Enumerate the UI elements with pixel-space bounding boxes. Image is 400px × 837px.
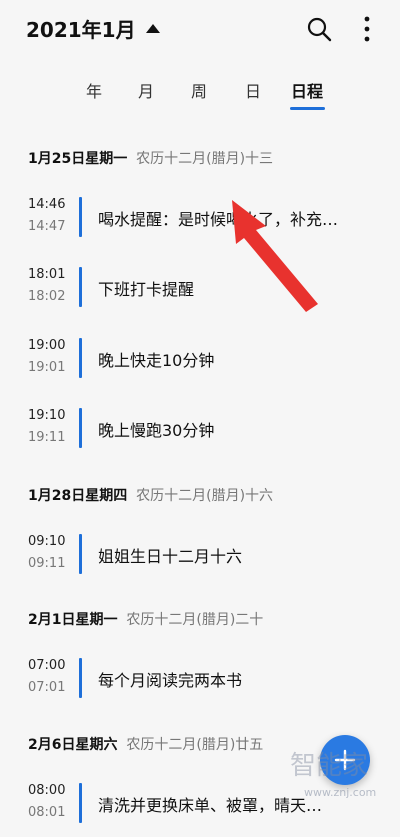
event-end-time: 19:11	[28, 430, 66, 445]
event-start-time: 19:10	[28, 408, 66, 423]
date-header: 1月25日星期一 农历十二月(腊月)十三	[28, 148, 273, 168]
event-start-time: 08:00	[28, 783, 66, 798]
event-color-bar	[79, 658, 82, 698]
event-item[interactable]: 07:00 07:01 每个月阅读完两本书	[0, 656, 400, 712]
date-header: 1月28日星期四 农历十二月(腊月)十六	[28, 485, 273, 505]
event-item[interactable]: 18:01 18:02 下班打卡提醒	[0, 265, 400, 321]
plus-icon	[334, 749, 356, 771]
event-title: 喝水提醒：是时候喝水了，补充…	[98, 210, 339, 229]
tab-month[interactable]: 月	[138, 78, 154, 102]
event-title: 每个月阅读完两本书	[98, 671, 243, 690]
caret-up-icon	[145, 24, 160, 33]
event-title: 晚上快走10分钟	[98, 351, 215, 370]
event-item[interactable]: 19:00 19:01 晚上快走10分钟	[0, 336, 400, 392]
event-color-bar	[79, 534, 82, 574]
date-header: 2月6日星期六 农历十二月(腊月)廿五	[28, 734, 263, 754]
event-end-time: 18:02	[28, 289, 66, 304]
event-title: 姐姐生日十二月十六	[98, 547, 243, 566]
event-title: 清洗并更换床单、被罩，晴天…	[98, 796, 323, 815]
more-vertical-icon[interactable]	[357, 14, 377, 44]
tab-schedule[interactable]: 日程	[291, 78, 323, 102]
event-item[interactable]: 19:10 19:11 晚上慢跑30分钟	[0, 406, 400, 462]
date-header: 2月1日星期一 农历十二月(腊月)二十	[28, 609, 263, 629]
event-start-time: 14:46	[28, 197, 66, 212]
view-tabs: 年 月 周 日 日程	[0, 78, 400, 112]
lunar-date: 农历十二月(腊月)十三	[136, 151, 274, 167]
event-color-bar	[79, 197, 82, 237]
event-color-bar	[79, 783, 82, 823]
lunar-date: 农历十二月(腊月)二十	[126, 612, 264, 628]
lunar-date: 农历十二月(腊月)廿五	[126, 737, 264, 753]
month-title-label: 2021年1月	[26, 18, 136, 42]
date-label: 2月1日星期一	[28, 612, 118, 628]
active-tab-indicator	[290, 107, 325, 110]
event-title: 下班打卡提醒	[98, 280, 195, 299]
event-color-bar	[79, 408, 82, 448]
date-label: 1月25日星期一	[28, 151, 128, 167]
tab-year[interactable]: 年	[86, 78, 102, 102]
month-selector[interactable]: 2021年1月	[26, 14, 160, 43]
event-end-time: 07:01	[28, 680, 66, 695]
event-start-time: 09:10	[28, 534, 66, 549]
event-item[interactable]: 09:10 09:11 姐姐生日十二月十六	[0, 532, 400, 588]
event-item[interactable]: 08:00 08:01 清洗并更换床单、被罩，晴天…	[0, 781, 400, 837]
event-start-time: 07:00	[28, 658, 66, 673]
date-label: 1月28日星期四	[28, 488, 128, 504]
lunar-date: 农历十二月(腊月)十六	[136, 488, 274, 504]
date-label: 2月6日星期六	[28, 737, 118, 753]
event-color-bar	[79, 267, 82, 307]
event-color-bar	[79, 338, 82, 378]
tab-day[interactable]: 日	[245, 78, 261, 102]
event-item[interactable]: 14:46 14:47 喝水提醒：是时候喝水了，补充…	[0, 195, 400, 251]
search-icon[interactable]	[306, 16, 332, 42]
event-end-time: 14:47	[28, 219, 66, 234]
event-end-time: 19:01	[28, 360, 66, 375]
tab-week[interactable]: 周	[191, 78, 207, 102]
app-header: 2021年1月	[0, 0, 400, 60]
event-title: 晚上慢跑30分钟	[98, 421, 215, 440]
event-start-time: 19:00	[28, 338, 66, 353]
add-event-button[interactable]	[320, 735, 370, 785]
event-end-time: 08:01	[28, 805, 66, 820]
event-end-time: 09:11	[28, 556, 66, 571]
event-start-time: 18:01	[28, 267, 66, 282]
